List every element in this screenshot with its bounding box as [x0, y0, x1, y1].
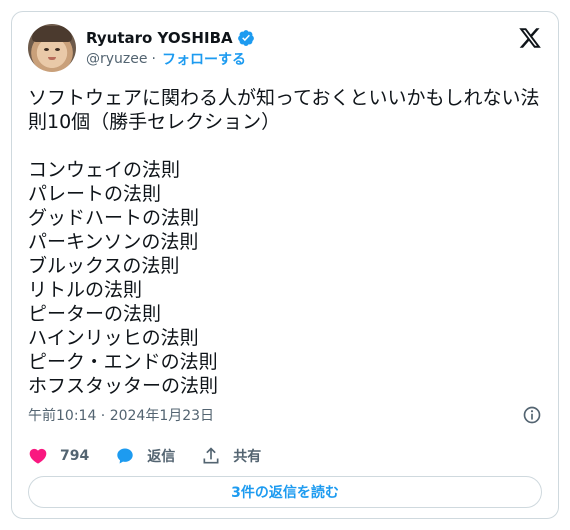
- reply-button[interactable]: 返信: [115, 446, 175, 466]
- avatar[interactable]: [28, 24, 76, 72]
- author-block: Ryutaro YOSHIBA @ryuzee · フォローする: [86, 28, 255, 69]
- like-count: 794: [60, 448, 90, 464]
- tweet-header: Ryutaro YOSHIBA @ryuzee · フォローする: [28, 24, 542, 72]
- author-display-name[interactable]: Ryutaro YOSHIBA: [86, 29, 233, 47]
- follow-button[interactable]: フォローする: [162, 49, 246, 69]
- share-label: 共有: [233, 449, 262, 465]
- tweet-timestamp[interactable]: 午前10:14 · 2024年1月23日: [28, 405, 214, 425]
- x-logo-icon[interactable]: [518, 26, 542, 50]
- read-replies-button[interactable]: 3件の返信を読む: [28, 476, 542, 508]
- tweet-card: Ryutaro YOSHIBA @ryuzee · フォローする ソフトウェアに…: [11, 11, 559, 519]
- share-icon: [203, 447, 219, 464]
- action-bar: 794 返信 共有: [28, 444, 261, 468]
- separator-dot: ·: [151, 51, 156, 67]
- reply-label: 返信: [147, 449, 176, 465]
- like-button[interactable]: 794: [28, 446, 89, 466]
- share-button[interactable]: 共有: [201, 446, 261, 466]
- heart-icon: [29, 448, 47, 464]
- info-icon[interactable]: [522, 405, 542, 425]
- reply-bubble-icon: [117, 448, 133, 464]
- author-handle[interactable]: @ryuzee: [86, 51, 148, 67]
- verified-badge-icon: [237, 30, 254, 46]
- tweet-text: ソフトウェアに関わる人が知っておくといいかもしれない法則10個（勝手セレクション…: [28, 87, 540, 397]
